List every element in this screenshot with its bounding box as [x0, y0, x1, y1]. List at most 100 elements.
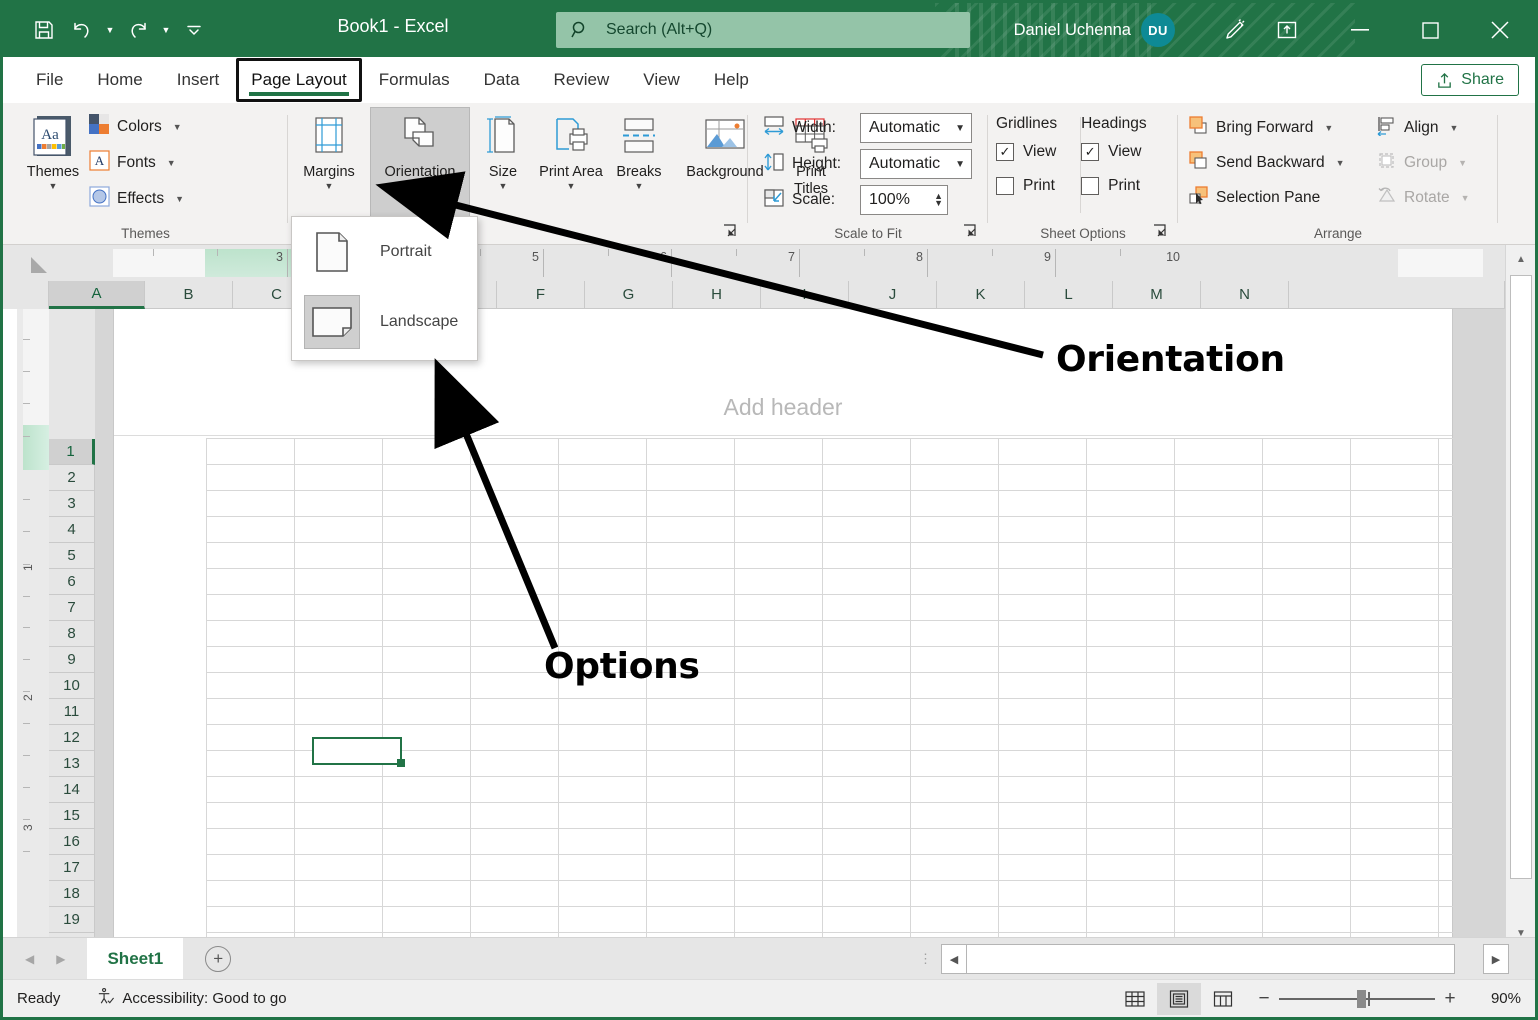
tab-file[interactable]: File [19, 57, 80, 103]
customize-quick-access-icon[interactable] [175, 13, 213, 47]
row-header-16[interactable]: 16 [49, 829, 95, 855]
gridlines-print-row[interactable]: Print [996, 171, 1057, 201]
maximize-button[interactable] [1395, 3, 1465, 57]
column-header-h[interactable]: H [673, 281, 761, 309]
orientation-option-portrait[interactable]: Portrait [292, 217, 477, 287]
orientation-dropdown-menu[interactable]: Portrait Landscape [291, 216, 478, 361]
redo-icon[interactable] [119, 13, 157, 47]
column-header-a[interactable]: A [49, 281, 145, 309]
page-break-preview-button[interactable] [1201, 983, 1245, 1015]
align-button[interactable]: Align ▼ [1376, 113, 1470, 143]
horizontal-scrollbar[interactable]: ◀ ▶ [941, 944, 1509, 974]
redo-dropdown-icon[interactable]: ▼ [157, 13, 175, 47]
row-header-19[interactable]: 19 [49, 907, 95, 933]
chevron-down-icon[interactable]: ▼ [173, 122, 182, 132]
print-area-button[interactable]: Print Area ▼ [536, 107, 606, 191]
size-button[interactable]: Size ▼ [470, 107, 536, 191]
ribbon-display-options-icon[interactable] [1261, 8, 1313, 52]
selection-pane-button[interactable]: Selection Pane [1188, 183, 1344, 213]
chevron-down-icon[interactable]: ▼ [955, 123, 965, 134]
row-header-8[interactable]: 8 [49, 621, 95, 647]
next-sheet-icon[interactable]: ▶ [56, 952, 65, 966]
column-header-i[interactable]: I [761, 281, 849, 309]
margins-button[interactable]: Margins ▼ [288, 107, 370, 191]
themes-button[interactable]: Aa Themes ▼ [15, 107, 91, 191]
headings-view-row[interactable]: ✓ View [1081, 137, 1147, 167]
chevron-down-icon[interactable]: ▼ [934, 200, 943, 207]
row-header-10[interactable]: 10 [49, 673, 95, 699]
prev-sheet-icon[interactable]: ◀ [25, 952, 34, 966]
row-header-17[interactable]: 17 [49, 855, 95, 881]
chevron-down-icon[interactable]: ▼ [1458, 158, 1467, 168]
tab-help[interactable]: Help [697, 57, 766, 103]
send-backward-button[interactable]: Send Backward ▼ [1188, 148, 1344, 178]
add-sheet-button[interactable]: + [205, 946, 231, 972]
bring-forward-button[interactable]: Bring Forward ▼ [1188, 113, 1344, 143]
add-header-placeholder[interactable]: Add header [114, 394, 1452, 421]
chevron-down-icon[interactable]: ▼ [1449, 123, 1458, 133]
row-header-13[interactable]: 13 [49, 751, 95, 777]
vertical-scroll-thumb[interactable] [1510, 275, 1532, 879]
tab-data[interactable]: Data [467, 57, 537, 103]
tab-page-layout[interactable]: Page Layout [236, 58, 361, 102]
close-button[interactable] [1465, 3, 1535, 57]
row-header-15[interactable]: 15 [49, 803, 95, 829]
chevron-down-icon[interactable]: ▼ [167, 158, 176, 168]
split-handle[interactable]: ⋮ [919, 956, 932, 961]
pen-icon[interactable] [1209, 8, 1261, 52]
fill-handle[interactable] [397, 759, 405, 767]
gridlines-view-row[interactable]: ✓ View [996, 137, 1057, 167]
zoom-slider[interactable] [1279, 989, 1435, 1009]
tab-view[interactable]: View [626, 57, 697, 103]
account-area[interactable]: Daniel Uchenna DU [1014, 3, 1175, 57]
zoom-slider-thumb[interactable] [1357, 990, 1366, 1008]
printed-page[interactable]: Add header [113, 309, 1453, 947]
cell-grid[interactable] [206, 438, 1454, 947]
chevron-down-icon[interactable]: ▼ [49, 182, 58, 191]
spinner-arrows[interactable]: ▲ ▼ [934, 193, 943, 207]
rotate-button[interactable]: Rotate ▼ [1376, 183, 1470, 213]
vertical-scrollbar[interactable]: ▲ ▼ [1505, 245, 1535, 947]
selected-cell-a1[interactable] [312, 737, 402, 765]
row-header-18[interactable]: 18 [49, 881, 95, 907]
chevron-down-icon[interactable]: ▼ [1324, 123, 1333, 133]
headings-print-checkbox[interactable] [1081, 177, 1099, 195]
tab-review[interactable]: Review [537, 57, 627, 103]
chevron-down-icon[interactable]: ▼ [567, 182, 576, 191]
row-header-4[interactable]: 4 [49, 517, 95, 543]
breaks-button[interactable]: Breaks ▼ [606, 107, 672, 191]
tab-insert[interactable]: Insert [160, 57, 237, 103]
row-header-11[interactable]: 11 [49, 699, 95, 725]
accessibility-status[interactable]: Accessibility: Good to go [96, 987, 286, 1010]
page-layout-view-button[interactable] [1157, 983, 1201, 1015]
zoom-level-label[interactable]: 90% [1465, 990, 1521, 1007]
row-header-14[interactable]: 14 [49, 777, 95, 803]
share-button[interactable]: Share [1421, 64, 1519, 96]
scroll-up-icon[interactable]: ▲ [1506, 245, 1536, 273]
grid-corner[interactable] [3, 281, 49, 309]
undo-dropdown-icon[interactable]: ▼ [101, 13, 119, 47]
theme-effects-button[interactable]: Effects ▼ [89, 184, 184, 214]
chevron-down-icon[interactable]: ▼ [1461, 193, 1470, 203]
column-header-k[interactable]: K [937, 281, 1025, 309]
search-input[interactable] [606, 21, 946, 39]
width-select[interactable]: Automatic ▼ [860, 113, 972, 143]
row-header-3[interactable]: 3 [49, 491, 95, 517]
row-header-9[interactable]: 9 [49, 647, 95, 673]
normal-view-button[interactable] [1113, 983, 1157, 1015]
chevron-down-icon[interactable]: ▼ [1336, 158, 1345, 168]
row-header-2[interactable]: 2 [49, 465, 95, 491]
gridlines-view-checkbox[interactable]: ✓ [996, 143, 1014, 161]
chevron-down-icon[interactable]: ▼ [955, 159, 965, 170]
gridlines-print-checkbox[interactable] [996, 177, 1014, 195]
undo-icon[interactable] [63, 13, 101, 47]
group-button[interactable]: Group ▼ [1376, 148, 1470, 178]
scale-to-fit-dialog-launcher[interactable] [963, 224, 976, 240]
column-header-l[interactable]: L [1025, 281, 1113, 309]
search-box[interactable] [556, 12, 970, 48]
theme-colors-button[interactable]: Colors ▼ [89, 112, 184, 142]
column-header-f[interactable]: F [497, 281, 585, 309]
sheet-tab-sheet1[interactable]: Sheet1 [87, 938, 183, 980]
scroll-right-icon[interactable]: ▶ [1483, 944, 1509, 974]
orientation-button[interactable]: Orientation ▼ [370, 107, 470, 219]
